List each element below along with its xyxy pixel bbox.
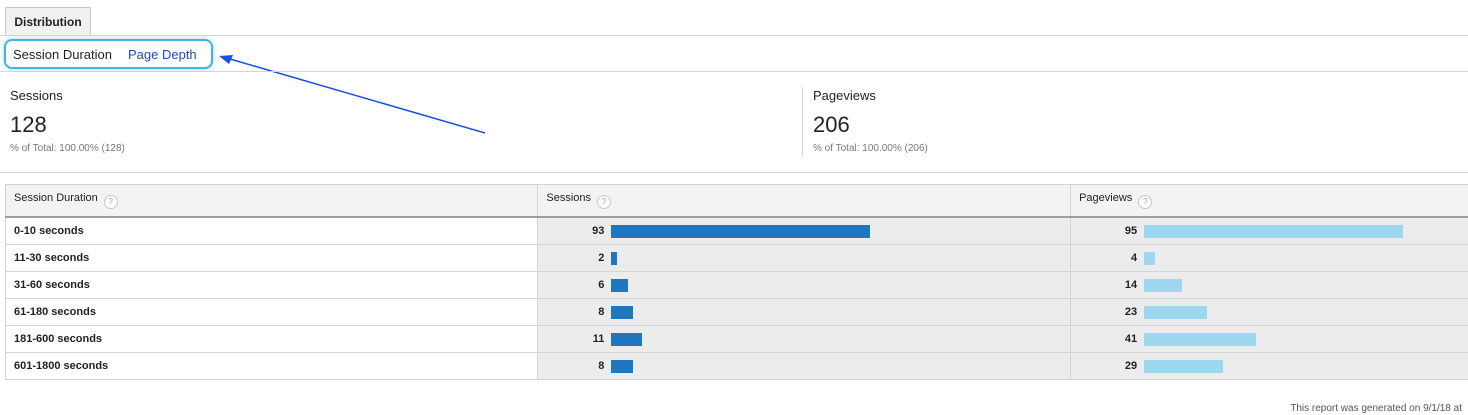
pageviews-bar <box>1144 359 1224 373</box>
pageviews-summary-value: 206 <box>813 112 850 137</box>
row-pageviews-value: 23 <box>1124 306 1138 318</box>
column-header-session-duration: Session Duration? <box>4 184 539 218</box>
sessions-bar <box>611 251 618 265</box>
help-icon[interactable]: ? <box>103 195 118 209</box>
summary-bottom-divider <box>0 172 1468 173</box>
table-row: 61-180 seconds 8 23 <box>4 298 1468 326</box>
sessions-bar <box>611 359 634 373</box>
row-session-duration-label: 0-10 seconds <box>4 216 539 245</box>
row-sessions-value: 6 <box>598 279 605 291</box>
distribution-table: Session Duration? Sessions? Pageviews? 0… <box>4 184 1468 380</box>
sessions-summary: Sessions 128 % of Total: 100.00% (128) <box>10 88 125 154</box>
row-pageviews-value: 14 <box>1124 279 1138 291</box>
row-sessions-cell: 93 <box>537 216 1072 245</box>
subtab-divider <box>0 71 1468 72</box>
sessions-bar <box>611 305 634 319</box>
row-sessions-cell: 11 <box>537 325 1072 353</box>
sessions-summary-value: 128 <box>10 112 47 137</box>
row-session-duration-label: 61-180 seconds <box>4 298 539 326</box>
pageviews-summary: Pageviews 206 % of Total: 100.00% (206) <box>813 88 928 154</box>
row-session-duration-label: 11-30 seconds <box>4 244 539 272</box>
row-sessions-cell: 2 <box>537 244 1072 272</box>
sessions-bar <box>611 224 871 238</box>
sessions-bar <box>611 332 643 346</box>
help-icon[interactable]: ? <box>1138 195 1153 209</box>
row-sessions-cell: 8 <box>537 352 1072 380</box>
column-header-sessions: Sessions? <box>537 184 1072 218</box>
table-row: 31-60 seconds 6 14 <box>4 271 1468 299</box>
row-session-duration-label: 181-600 seconds <box>4 325 539 353</box>
help-icon[interactable]: ? <box>597 195 611 209</box>
sessions-bar <box>611 278 629 292</box>
sessions-summary-percent: % of Total: 100.00% (128) <box>10 143 125 154</box>
row-sessions-value: 8 <box>598 306 605 318</box>
row-sessions-cell: 8 <box>537 298 1072 326</box>
row-pageviews-cell: 41 <box>1070 325 1468 353</box>
row-sessions-value: 8 <box>598 360 605 372</box>
pageviews-bar <box>1144 305 1208 319</box>
column-header-label: Pageviews <box>1079 192 1133 204</box>
sessions-summary-label: Sessions <box>10 88 63 103</box>
distribution-subtabs: Session Duration Page Depth <box>4 39 213 69</box>
row-sessions-value: 11 <box>592 333 605 345</box>
table-row: 601-1800 seconds 8 29 <box>4 352 1468 380</box>
column-header-label: Sessions <box>546 192 591 204</box>
tab-distribution[interactable]: Distribution <box>5 7 91 36</box>
table-row: 181-600 seconds 11 41 <box>4 325 1468 353</box>
pageviews-summary-label: Pageviews <box>813 88 876 103</box>
row-sessions-value: 93 <box>592 225 605 237</box>
table-body: 0-10 seconds 93 95 11-30 seconds 2 4 31-60 sec… <box>4 216 1468 380</box>
report-generated-note: This report was generated on 9/1/18 at <box>1290 403 1462 414</box>
row-pageviews-cell: 29 <box>1070 352 1468 380</box>
row-pageviews-value: 29 <box>1124 360 1138 372</box>
pageviews-bar <box>1144 332 1257 346</box>
pageviews-bar <box>1144 278 1183 292</box>
tab-bar-divider <box>0 35 1468 36</box>
row-pageviews-cell: 23 <box>1070 298 1468 326</box>
pageviews-bar <box>1144 224 1404 238</box>
subtab-page-depth-link[interactable]: Page Depth <box>128 47 197 62</box>
pageviews-summary-percent: % of Total: 100.00% (206) <box>813 143 928 154</box>
row-pageviews-value: 41 <box>1124 333 1138 345</box>
row-sessions-value: 2 <box>598 252 605 264</box>
row-sessions-cell: 6 <box>537 271 1072 299</box>
row-session-duration-label: 601-1800 seconds <box>4 352 539 380</box>
row-pageviews-cell: 95 <box>1070 216 1468 245</box>
row-pageviews-cell: 14 <box>1070 271 1468 299</box>
table-row: 11-30 seconds 2 4 <box>4 244 1468 272</box>
row-pageviews-cell: 4 <box>1070 244 1468 272</box>
summary-divider <box>802 87 803 157</box>
column-header-label: Session Duration <box>14 192 98 204</box>
row-session-duration-label: 31-60 seconds <box>4 271 539 299</box>
subtab-session-duration[interactable]: Session Duration <box>13 47 112 62</box>
row-pageviews-value: 95 <box>1124 225 1138 237</box>
row-pageviews-value: 4 <box>1130 252 1138 264</box>
pageviews-bar <box>1144 251 1156 265</box>
column-header-pageviews: Pageviews? <box>1070 184 1468 218</box>
table-row: 0-10 seconds 93 95 <box>4 216 1468 245</box>
